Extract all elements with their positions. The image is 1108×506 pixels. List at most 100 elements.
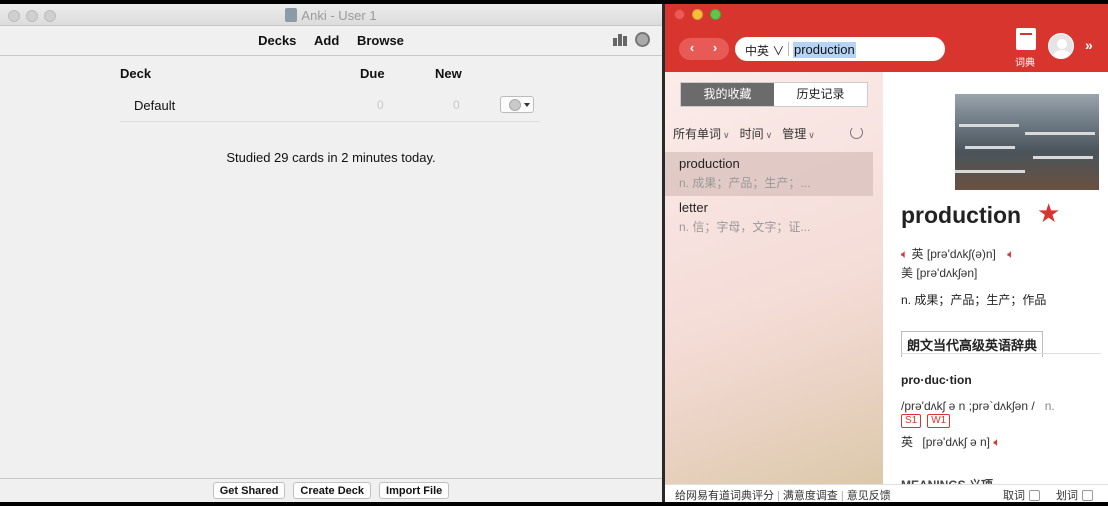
header-due: Due <box>360 66 385 81</box>
chevron-down-icon: ∨ <box>765 130 773 140</box>
filter-time-label: 时间 <box>739 127 764 141</box>
fetch-word-label: 取词 <box>1003 490 1025 502</box>
deck-row: Default 0 0 <box>120 90 540 122</box>
rate-link[interactable]: 给网易有道词典评分 <box>675 490 774 502</box>
filter-manage[interactable]: 管理 ∨ <box>782 125 815 142</box>
us-pronunciation: 美 [prə'dʌkʃən] <box>901 264 977 281</box>
longman-ipa: /prə'dʌkʃ ə n ;prə`dʌkʃən / n. <box>901 399 1055 413</box>
list-item[interactable]: production n. 成果；产品；生产；... <box>665 152 873 196</box>
part-of-speech: n. <box>1044 399 1055 413</box>
entry-panel: production ★ 🔈︎ 英 [prə'dʌkʃ(ə)n] 🔈︎ 美 [p… <box>883 72 1108 502</box>
decks-link[interactable]: Decks <box>258 33 296 48</box>
syllables: pro·duc·tion <box>901 373 972 387</box>
filter-all-words-label: 所有单词 <box>673 127 722 141</box>
list-item-word: letter <box>679 200 708 215</box>
speaker-icon[interactable]: 🔈︎ <box>993 435 1000 450</box>
search-query-text: production <box>793 42 856 58</box>
deck-due-count: 0 <box>377 98 384 112</box>
anki-titlebar: Anki - User 1 <box>0 4 662 26</box>
browse-link[interactable]: Browse <box>357 33 404 48</box>
list-item-word: production <box>679 156 740 171</box>
us-ipa: [prə'dʌkʃən] <box>916 266 978 280</box>
frequency-badge: S1 <box>901 414 922 428</box>
anki-app-icon <box>285 8 298 22</box>
youdao-header: ‹ › 中英 ∨ production 词典 » <box>665 4 1108 72</box>
filter-all-words[interactable]: 所有单词 ∨ <box>673 125 730 142</box>
tab-history[interactable]: 历史记录 <box>774 83 867 106</box>
fetch-word-checkbox[interactable] <box>1029 490 1040 501</box>
footer-links: 给网易有道词典评分 | 满意度调查 | 意见反馈 <box>675 490 891 502</box>
uk-ipa: [prə'dʌkʃ(ə)n] <box>926 247 996 261</box>
deck-new-count: 0 <box>453 98 460 112</box>
window-title: Anki - User 1 <box>0 8 662 23</box>
import-file-button[interactable]: Import File <box>379 482 450 499</box>
search-input[interactable]: production <box>793 41 856 58</box>
list-item-definition: n. 成果；产品；生产；... <box>679 176 811 190</box>
search-box: 中英 ∨ production <box>735 37 945 61</box>
back-arrow-icon[interactable]: ‹ <box>683 40 701 55</box>
add-link[interactable]: Add <box>314 33 339 48</box>
minimize-window-button[interactable] <box>692 9 703 20</box>
filter-time[interactable]: 时间 ∨ <box>740 125 773 142</box>
speaker-icon[interactable]: 🔈︎ <box>901 247 908 262</box>
window-title-text: Anki - User 1 <box>301 8 377 23</box>
stats-icon[interactable] <box>613 32 629 46</box>
youdao-window: ‹ › 中英 ∨ production 词典 » 我的收藏 历史记录 所有单词 ∨ <box>665 4 1108 502</box>
survey-link[interactable]: 满意度调查 <box>783 490 838 502</box>
frequency-badges: S1 W1 <box>901 414 951 428</box>
get-shared-button[interactable]: Get Shared <box>212 482 286 499</box>
tab-favorites[interactable]: 我的收藏 <box>681 83 774 106</box>
uk-pronunciation-2: 英 [prə'dʌkʃ ə n] 🔈︎ <box>901 433 1001 450</box>
studied-summary: Studied 29 cards in 2 minutes today. <box>226 150 436 165</box>
toolbar-icons <box>613 32 650 47</box>
select-word-label: 划词 <box>1056 490 1078 502</box>
fetch-word-toggle[interactable]: 取词 <box>1003 487 1040 502</box>
anki-toolbar: Decks Add Browse <box>0 26 662 56</box>
filter-bar: 所有单词 ∨ 时间 ∨ 管理 ∨ <box>673 125 815 142</box>
close-window-button[interactable] <box>674 9 685 20</box>
deck-name-link[interactable]: Default <box>134 98 175 113</box>
main-nav: Decks Add Browse <box>0 33 662 48</box>
sync-icon[interactable] <box>635 32 650 47</box>
dictionary-label[interactable]: 词典 <box>1015 54 1035 69</box>
filter-manage-label: 管理 <box>782 127 807 141</box>
history-nav: ‹ › <box>679 38 729 60</box>
word-illustration <box>955 94 1099 190</box>
gear-icon <box>509 99 521 111</box>
us-label: 美 <box>901 266 914 280</box>
favorites-panel: 我的收藏 历史记录 所有单词 ∨ 时间 ∨ 管理 ∨ production n. 成果… <box>665 72 883 502</box>
chevron-down-icon: ∨ <box>808 130 815 140</box>
uk-pronunciation: 🔈︎ 英 [prə'dʌkʃ(ə)n] 🔈︎ <box>901 245 1014 262</box>
anki-bottom-bar: Get Shared Create Deck Import File <box>0 478 662 502</box>
refresh-icon[interactable] <box>850 126 863 139</box>
deck-table: Deck Due New Default 0 0 <box>120 66 540 122</box>
entry-meaning: n. 成果；产品；生产；作品 <box>901 293 1047 307</box>
uk-ipa: [prə'dʌkʃ ə n] <box>922 435 991 449</box>
select-word-checkbox[interactable] <box>1082 490 1093 501</box>
word-list: production n. 成果；产品；生产；... letter n. 信；字… <box>665 152 883 240</box>
expand-icon[interactable]: » <box>1085 37 1093 53</box>
list-item[interactable]: letter n. 信；字母，文字；证... <box>665 196 883 240</box>
zoom-window-button[interactable] <box>710 9 721 20</box>
language-select[interactable]: 中英 ∨ <box>745 42 784 59</box>
chevron-down-icon <box>524 103 530 107</box>
youdao-footer: 给网易有道词典评分 | 满意度调查 | 意见反馈 取词 划词 <box>665 484 1108 502</box>
chevron-down-icon: ∨ <box>723 130 730 140</box>
dictionary-icon[interactable] <box>1016 28 1036 50</box>
list-item-definition: n. 信；字母，文字；证... <box>679 220 811 234</box>
avatar[interactable] <box>1048 33 1074 59</box>
deck-table-header: Deck Due New <box>120 66 540 90</box>
entry-word: production <box>901 202 1022 228</box>
create-deck-button[interactable]: Create Deck <box>293 482 372 499</box>
speaker-icon[interactable]: 🔈︎ <box>1007 247 1014 262</box>
deck-options-button[interactable] <box>500 96 534 113</box>
header-deck: Deck <box>120 66 152 81</box>
select-word-toggle[interactable]: 划词 <box>1056 487 1093 502</box>
forward-arrow-icon[interactable]: › <box>706 40 724 55</box>
feedback-link[interactable]: 意见反馈 <box>847 490 891 502</box>
favorite-star-icon[interactable]: ★ <box>1037 198 1060 229</box>
longman-ipa-text: /prə'dʌkʃ ə n ;prə`dʌkʃən / <box>901 399 1035 413</box>
divider <box>901 353 1101 354</box>
desktop: Anki - User 1 Decks Add Browse Deck Due … <box>0 0 1108 506</box>
anki-window: Anki - User 1 Decks Add Browse Deck Due … <box>0 4 662 502</box>
